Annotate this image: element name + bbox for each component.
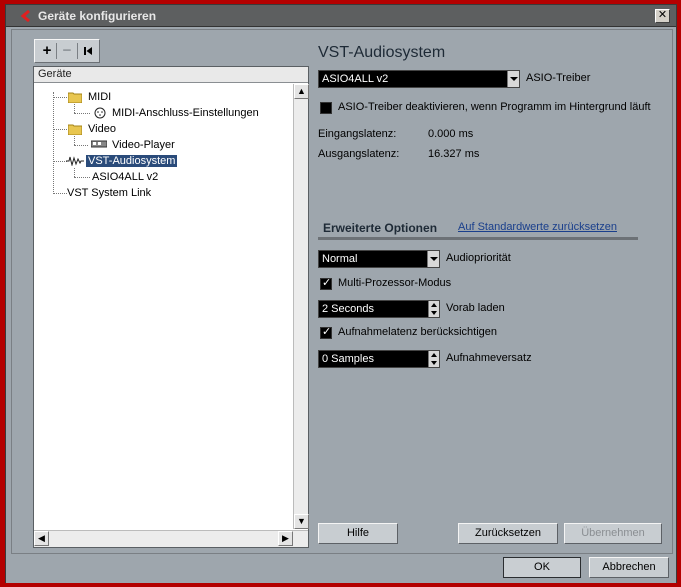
- tree-connector: [74, 168, 75, 177]
- spinner-arrows-icon[interactable]: [428, 351, 439, 367]
- record-offset-label: Aufnahmeversatz: [446, 352, 532, 364]
- video-player-icon: [91, 140, 107, 148]
- tree-connector: [74, 177, 90, 178]
- window-title: Geräte konfigurieren: [38, 9, 157, 23]
- record-offset-value: 0 Samples: [322, 353, 374, 365]
- tree-item-vst-audio[interactable]: VST-Audiosystem: [86, 154, 178, 169]
- record-offset-spinner[interactable]: 0 Samples: [318, 350, 440, 368]
- close-icon[interactable]: ✕: [655, 9, 670, 23]
- tree-item-label: VST System Link: [67, 187, 152, 199]
- tree-connector: [53, 97, 67, 98]
- scroll-left-icon[interactable]: ◀: [34, 531, 49, 546]
- options-tabs: Erweiterte Optionen Auf Standardwerte zu…: [318, 218, 638, 240]
- device-tree: Geräte MIDI MIDI-Anschluss-Einstellungen…: [33, 66, 309, 548]
- add-device-button[interactable]: +: [38, 42, 56, 60]
- chevron-down-icon: [427, 251, 439, 267]
- tree-item-label: Video: [88, 123, 116, 135]
- skip-back-icon: [84, 47, 92, 55]
- tree-item-label: MIDI-Anschluss-Einstellungen: [112, 107, 259, 119]
- reset-defaults-link[interactable]: Auf Standardwerte zurücksetzen: [458, 221, 617, 233]
- midi-port-icon: [94, 107, 106, 119]
- cubase-logo-icon: [20, 10, 30, 22]
- toolbar-divider: [77, 43, 78, 59]
- output-latency-label: Ausgangslatenz:: [318, 148, 400, 160]
- multiprocessor-label: Multi-Prozessor-Modus: [338, 277, 452, 289]
- tree-item-asio4all[interactable]: ASIO4ALL v2: [92, 170, 158, 185]
- preload-value: 2 Seconds: [322, 303, 374, 315]
- multiprocessor-checkbox[interactable]: [320, 276, 332, 290]
- tree-connector: [53, 129, 67, 130]
- tree-item-vst-link[interactable]: VST System Link: [67, 186, 151, 201]
- tree-body: MIDI MIDI-Anschluss-Einstellungen Video: [34, 84, 294, 529]
- audio-priority-select[interactable]: Normal: [318, 250, 440, 268]
- tree-connector: [53, 161, 67, 162]
- tree-item-midi-port[interactable]: MIDI-Anschluss-Einstellungen: [112, 106, 259, 121]
- ok-button[interactable]: OK: [503, 557, 581, 578]
- help-button[interactable]: Hilfe: [318, 523, 398, 544]
- tree-item-label: ASIO4ALL v2: [92, 171, 159, 183]
- remove-device-button[interactable]: −: [58, 42, 76, 60]
- tree-item-video[interactable]: Video: [88, 122, 116, 137]
- folder-icon: [68, 92, 82, 103]
- input-latency-value: 0.000 ms: [428, 128, 474, 140]
- cancel-button[interactable]: Abbrechen: [589, 557, 669, 578]
- chevron-down-icon: [507, 71, 519, 87]
- audio-waveform-icon: [66, 156, 84, 166]
- panel-title: VST-Audiosystem: [318, 44, 446, 61]
- deactivate-driver-label: ASIO-Treiber deaktivieren, wenn Programm…: [338, 101, 651, 113]
- dialog-footer: OK Abbrechen: [6, 554, 676, 583]
- spinner-arrows-icon[interactable]: [428, 301, 439, 317]
- tree-connector: [53, 193, 67, 194]
- output-latency-value: 16.327 ms: [428, 148, 480, 160]
- input-latency-label: Eingangslatenz:: [318, 128, 397, 140]
- record-latency-checkbox[interactable]: [320, 325, 332, 339]
- device-setup-window: Geräte konfigurieren ✕ + − Geräte MIDI M…: [5, 4, 677, 583]
- tree-item-label: VST-Audiosystem: [86, 155, 178, 167]
- tree-item-label: MIDI: [88, 91, 112, 103]
- preload-spinner[interactable]: 2 Seconds: [318, 300, 440, 318]
- title-bar[interactable]: Geräte konfigurieren ✕: [6, 5, 676, 27]
- tree-connector: [74, 136, 75, 145]
- scroll-down-icon[interactable]: ▼: [294, 514, 309, 529]
- tree-connector: [74, 113, 90, 114]
- tree-item-label: Video-Player: [112, 139, 175, 151]
- asio-driver-value: ASIO4ALL v2: [322, 73, 389, 85]
- tab-advanced-options[interactable]: Erweiterte Optionen: [323, 221, 437, 235]
- toolbar-divider: [56, 43, 57, 59]
- tree-item-video-player[interactable]: Video-Player: [112, 138, 175, 153]
- asio-driver-select[interactable]: ASIO4ALL v2: [318, 70, 520, 88]
- deactivate-driver-checkbox[interactable]: [320, 102, 332, 114]
- apply-button[interactable]: Übernehmen: [564, 523, 662, 544]
- tree-connector: [74, 104, 75, 113]
- record-latency-label: Aufnahmelatenz berücksichtigen: [338, 326, 497, 338]
- tree-vertical-scrollbar[interactable]: ▲ ▼: [293, 84, 309, 529]
- tree-connector: [53, 92, 54, 192]
- preload-label: Vorab laden: [446, 302, 505, 314]
- audio-priority-label: Audiopriorität: [446, 252, 511, 264]
- reset-button[interactable]: Zurücksetzen: [458, 523, 558, 544]
- audio-priority-value: Normal: [322, 253, 358, 265]
- scroll-right-icon[interactable]: ▶: [278, 531, 293, 546]
- tree-connector: [74, 145, 88, 146]
- tree-horizontal-scrollbar[interactable]: ◀ ▶: [34, 530, 308, 547]
- scroll-up-icon[interactable]: ▲: [294, 84, 309, 99]
- tree-header: Geräte: [34, 67, 308, 83]
- main-content: + − Geräte MIDI MIDI-Anschluss-Einstellu…: [11, 29, 673, 554]
- asio-driver-label: ASIO-Treiber: [526, 72, 591, 84]
- tree-item-midi[interactable]: MIDI: [88, 90, 111, 105]
- device-toolbar: + −: [34, 39, 100, 63]
- reset-device-button[interactable]: [79, 42, 97, 60]
- folder-icon: [68, 124, 82, 135]
